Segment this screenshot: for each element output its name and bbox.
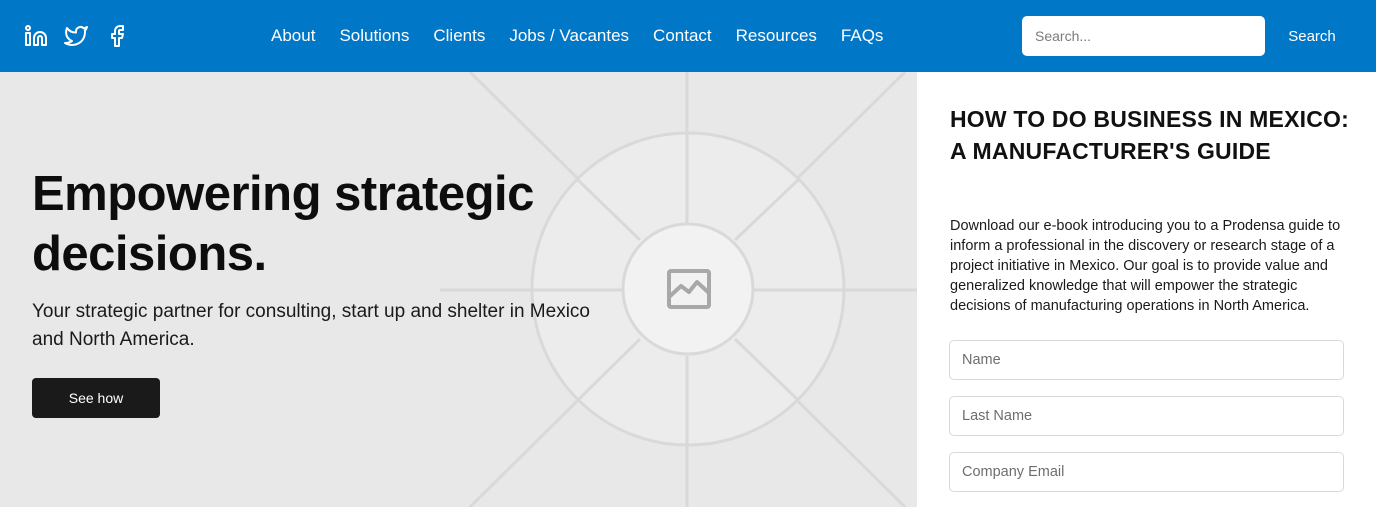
twitter-icon[interactable] bbox=[64, 24, 88, 48]
see-how-button[interactable]: See how bbox=[32, 378, 160, 418]
name-field[interactable] bbox=[949, 340, 1344, 380]
ebook-title: HOW TO DO BUSINESS IN MEXICO: A MANUFACT… bbox=[950, 106, 1349, 164]
company-email-field[interactable] bbox=[949, 452, 1344, 492]
ebook-description: Download our e-book introducing you to a… bbox=[950, 218, 1341, 314]
top-navigation-bar: About Solutions Clients Jobs / Vacantes … bbox=[0, 0, 1376, 72]
hero-section: Empowering strategic decisions. Your str… bbox=[0, 72, 917, 507]
last-name-field[interactable] bbox=[949, 396, 1344, 436]
nav-faqs[interactable]: FAQs bbox=[841, 25, 884, 47]
facebook-icon[interactable] bbox=[105, 24, 129, 48]
search-input[interactable] bbox=[1022, 16, 1265, 56]
nav-jobs[interactable]: Jobs / Vacantes bbox=[509, 25, 629, 47]
linkedin-icon[interactable] bbox=[24, 24, 48, 48]
nav-resources[interactable]: Resources bbox=[736, 25, 817, 47]
hero-subtitle: Your strategic partner for consulting, s… bbox=[32, 301, 590, 350]
nav-clients[interactable]: Clients bbox=[433, 25, 485, 47]
main-nav: About Solutions Clients Jobs / Vacantes … bbox=[271, 25, 883, 47]
search-button[interactable]: Search bbox=[1273, 16, 1351, 56]
image-placeholder-icon bbox=[667, 269, 711, 309]
image-placeholder-background bbox=[440, 72, 917, 507]
ebook-signup-panel: HOW TO DO BUSINESS IN MEXICO: A MANUFACT… bbox=[917, 72, 1376, 507]
hero-title: Empowering strategic decisions. bbox=[32, 167, 534, 281]
nav-contact[interactable]: Contact bbox=[653, 25, 712, 47]
nav-about[interactable]: About bbox=[271, 25, 315, 47]
nav-solutions[interactable]: Solutions bbox=[339, 25, 409, 47]
